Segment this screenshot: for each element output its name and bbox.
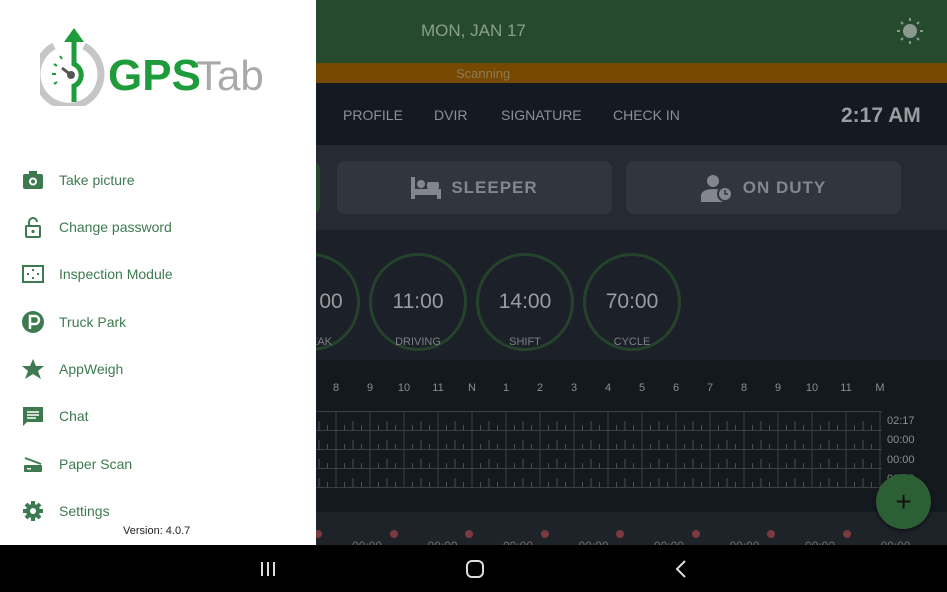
on-duty-button[interactable]: ON DUTY	[626, 161, 901, 214]
menu-label: Chat	[59, 408, 89, 424]
appweigh-star-icon	[22, 359, 44, 379]
menu-take-picture[interactable]: Take picture	[0, 160, 316, 200]
hour-label: 5	[638, 382, 646, 394]
sleeper-button[interactable]: SLEEPER	[337, 161, 612, 214]
duty-log-graph[interactable]	[316, 411, 882, 488]
tab-dvir[interactable]: DVIR	[434, 107, 467, 123]
scanning-status: Scanning	[456, 66, 511, 81]
bed-icon	[411, 176, 442, 199]
hour-label: 2	[536, 382, 544, 394]
hour-label: 8	[332, 382, 340, 394]
menu-change-password[interactable]: Change password	[0, 207, 316, 247]
gauge-value: 70:00	[605, 290, 659, 313]
menu-label: Settings	[59, 503, 110, 519]
hour-label: 6	[672, 382, 680, 394]
menu-label: Paper Scan	[59, 456, 133, 472]
scanner-icon	[24, 457, 42, 472]
on-duty-label: ON DUTY	[742, 177, 827, 197]
hour-label: M	[875, 382, 885, 394]
svg-text:GPS: GPS	[108, 51, 201, 100]
sun-icon[interactable]	[896, 17, 924, 45]
app-version: Version: 4.0.7	[123, 525, 191, 537]
svg-text:Tab: Tab	[196, 52, 264, 99]
sleeper-label: SLEEPER	[451, 177, 538, 197]
hour-label: 9	[366, 382, 374, 394]
home-icon[interactable]	[462, 556, 488, 582]
chat-icon	[23, 407, 43, 426]
event-marker	[389, 530, 398, 538]
gauge-label: SHIFT	[509, 336, 541, 348]
menu-label: Take picture	[59, 172, 135, 188]
row-total-sleeper: 00:00	[887, 434, 915, 446]
recents-icon[interactable]	[255, 556, 281, 582]
lock-open-icon	[25, 217, 41, 238]
current-time: 2:17 AM	[841, 104, 921, 127]
gear-icon	[23, 501, 43, 521]
menu-paper-scan[interactable]: Paper Scan	[0, 444, 316, 484]
date-label: MON, JAN 17	[421, 21, 526, 40]
event-marker	[691, 530, 700, 538]
menu-chat[interactable]: Chat	[0, 396, 316, 436]
hour-label: N	[468, 382, 476, 394]
back-icon[interactable]	[669, 556, 695, 582]
gauge-value: 14:00	[498, 290, 552, 313]
gauge-label: CYCLE	[613, 336, 651, 348]
hour-label: 10	[805, 382, 819, 394]
inspection-frame-icon	[22, 265, 44, 283]
hour-label: 7	[706, 382, 714, 394]
hour-label: 8	[740, 382, 748, 394]
tab-check-in[interactable]: CHECK IN	[613, 107, 680, 123]
hour-label: 1	[502, 382, 510, 394]
person-clock-icon	[700, 174, 733, 202]
event-marker	[842, 530, 851, 538]
menu-label: Truck Park	[59, 314, 127, 330]
camera-icon	[23, 171, 43, 189]
event-marker	[465, 530, 473, 538]
menu-truck-park[interactable]: Truck Park	[0, 302, 316, 342]
hour-label: 4	[604, 382, 612, 394]
gpstab-logo: GPS Tab	[40, 28, 264, 106]
menu-inspection-module[interactable]: Inspection Module	[0, 254, 316, 294]
tab-profile[interactable]: PROFILE	[343, 107, 403, 123]
gauge-label: DRIVING	[395, 336, 441, 348]
gauge-value: 00	[319, 290, 343, 313]
parking-icon	[22, 311, 44, 333]
tab-signature[interactable]: SIGNATURE	[501, 107, 582, 123]
menu-label: Inspection Module	[59, 266, 173, 282]
menu-appweigh[interactable]: AppWeigh	[0, 349, 316, 389]
event-marker	[540, 530, 549, 538]
hour-label: 10	[397, 382, 411, 394]
gauge-value: 11:00	[392, 290, 444, 313]
add-button[interactable]: +	[876, 474, 931, 529]
hour-label: 11	[840, 382, 852, 394]
hour-label: 11	[432, 382, 444, 394]
row-total-off-duty: 02:17	[887, 415, 915, 427]
event-marker	[616, 530, 624, 538]
menu-label: AppWeigh	[59, 361, 124, 377]
event-marker	[767, 530, 775, 538]
menu-label: Change password	[59, 219, 172, 235]
hour-label: 9	[774, 382, 782, 394]
hour-label: 3	[570, 382, 578, 394]
row-total-driving: 00:00	[887, 454, 915, 466]
